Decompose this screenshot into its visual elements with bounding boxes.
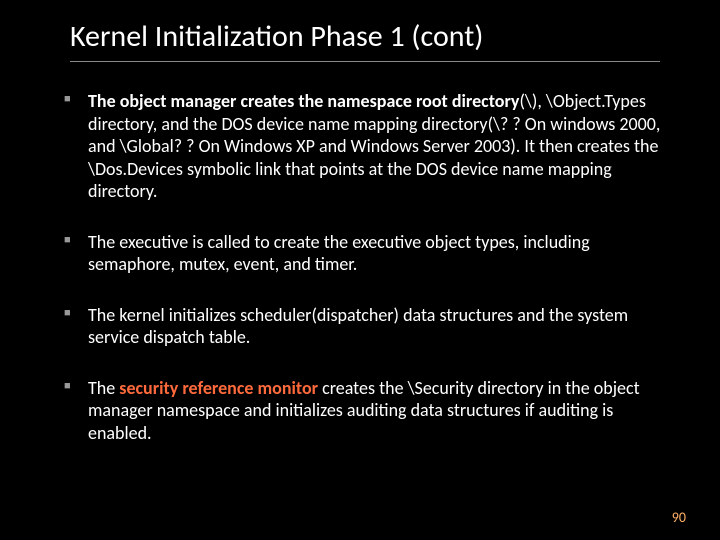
list-item: The security reference monitor creates t… <box>60 377 680 445</box>
bullet-text: The executive is called to create the ex… <box>88 231 590 276</box>
bullet-highlight: security reference monitor <box>119 377 318 399</box>
bullet-list: The object manager creates the namespace… <box>60 90 680 444</box>
bullet-bold-lead: The object manager creates the namespace… <box>88 90 519 112</box>
page-number: 90 <box>672 509 686 526</box>
bullet-pre: The <box>88 377 119 399</box>
slide: Kernel Initialization Phase 1 (cont) The… <box>0 0 720 540</box>
bullet-text: The kernel initializes scheduler(dispatc… <box>88 304 628 349</box>
list-item: The executive is called to create the ex… <box>60 231 680 276</box>
list-item: The kernel initializes scheduler(dispatc… <box>60 304 680 349</box>
list-item: The object manager creates the namespace… <box>60 90 680 203</box>
slide-title: Kernel Initialization Phase 1 (cont) <box>70 18 660 62</box>
